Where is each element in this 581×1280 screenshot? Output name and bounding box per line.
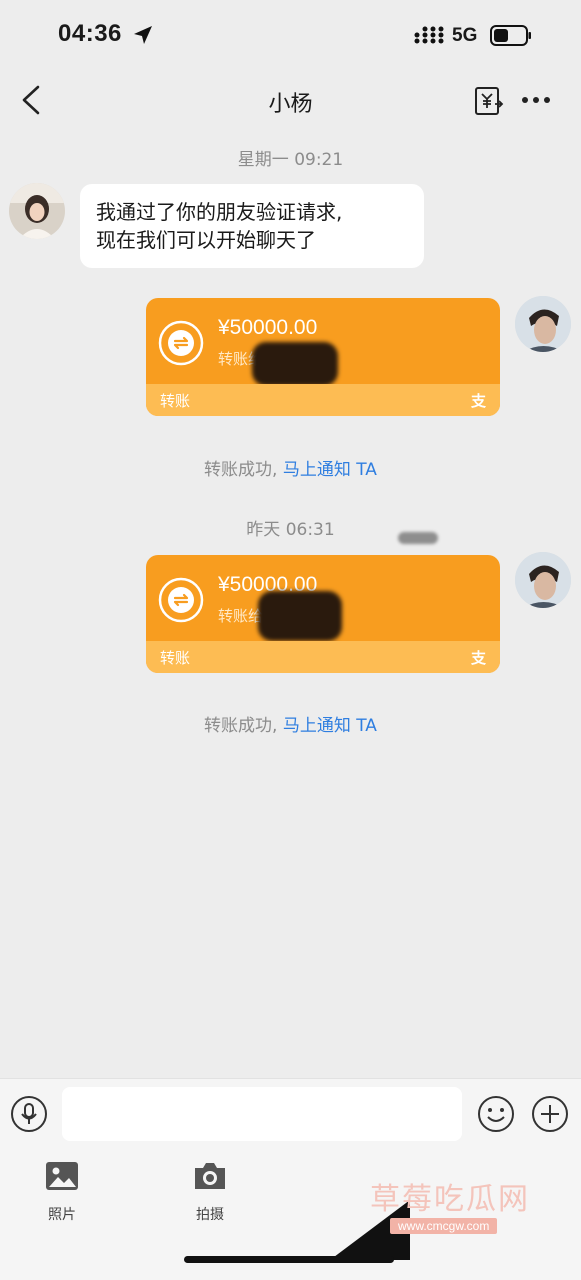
more-icon[interactable]	[520, 94, 552, 106]
photo-icon	[46, 1162, 78, 1190]
battery-icon	[490, 25, 531, 46]
transfer-label: 转账	[160, 649, 191, 667]
input-bar	[0, 1078, 581, 1148]
tool-photo[interactable]: 照片	[30, 1158, 94, 1224]
message-timestamp: 星期一 09:21	[237, 150, 344, 170]
message-text-line: 现在我们可以开始聊天了	[96, 228, 316, 252]
redaction-mark	[398, 532, 438, 544]
tool-camera[interactable]: 拍摄	[178, 1158, 242, 1224]
redaction-mark	[252, 342, 338, 386]
location-arrow-icon	[134, 26, 152, 44]
message-input[interactable]	[62, 1087, 462, 1141]
signal-icon	[414, 26, 444, 44]
notice-text: 转账成功,	[204, 460, 278, 480]
contact-avatar[interactable]	[9, 183, 65, 239]
transfer-icon[interactable]	[474, 86, 504, 116]
notify-link[interactable]: 马上通知 TA	[283, 460, 377, 480]
transfer-card-body: ¥50000.00 转账给	[146, 555, 500, 641]
home-indicator[interactable]	[184, 1256, 394, 1263]
status-bar: 04:36 5G	[0, 0, 581, 70]
plus-icon[interactable]	[531, 1095, 569, 1133]
tool-label: 拍摄	[196, 1207, 224, 1223]
transfer-amount: ¥50000.00	[218, 316, 318, 339]
alipay-icon: 支	[470, 649, 486, 667]
transfer-success-notice: 转账成功, 马上通知 TA	[0, 455, 581, 480]
notify-link[interactable]: 马上通知 TA	[283, 716, 377, 736]
tool-label: 照片	[48, 1207, 76, 1223]
message-text-line: 我通过了你的朋友验证请求,	[96, 200, 343, 224]
camera-icon	[195, 1163, 225, 1189]
transfer-card-footer: 转账 支	[146, 641, 500, 673]
status-time: 04:36	[58, 20, 122, 47]
transfer-exchange-icon	[158, 577, 204, 623]
transfer-card-footer: 转账 支	[146, 384, 500, 416]
nav-bar: 小杨	[0, 70, 581, 130]
network-type: 5G	[452, 25, 478, 46]
transfer-card-body: ¥50000.00 转账给	[146, 298, 500, 386]
transfer-card[interactable]: ¥50000.00 转账给 转账 支	[146, 298, 500, 416]
received-message-bubble[interactable]: 我通过了你的朋友验证请求, 现在我们可以开始聊天了	[80, 184, 424, 268]
watermark-text: 草莓吃瓜网	[370, 1182, 530, 1217]
alipay-icon: 支	[470, 392, 486, 410]
my-avatar[interactable]	[515, 296, 571, 352]
watermark-url: www.cmcgw.com	[390, 1218, 498, 1234]
transfer-label: 转账	[160, 392, 191, 410]
my-avatar[interactable]	[515, 552, 571, 608]
transfer-card[interactable]: ¥50000.00 转账给 转账 支	[146, 555, 500, 673]
transfer-success-notice: 转账成功, 马上通知 TA	[0, 711, 581, 736]
emoji-icon[interactable]	[477, 1095, 515, 1133]
transfer-recipient: 转账给	[218, 607, 264, 625]
watermark: 草莓吃瓜网 www.cmcgw.com	[330, 1160, 570, 1260]
message-timestamp: 昨天 06:31	[246, 520, 335, 540]
notice-text: 转账成功,	[204, 716, 278, 736]
transfer-exchange-icon	[158, 320, 204, 366]
voice-icon[interactable]	[10, 1095, 48, 1133]
redaction-mark	[258, 591, 342, 641]
